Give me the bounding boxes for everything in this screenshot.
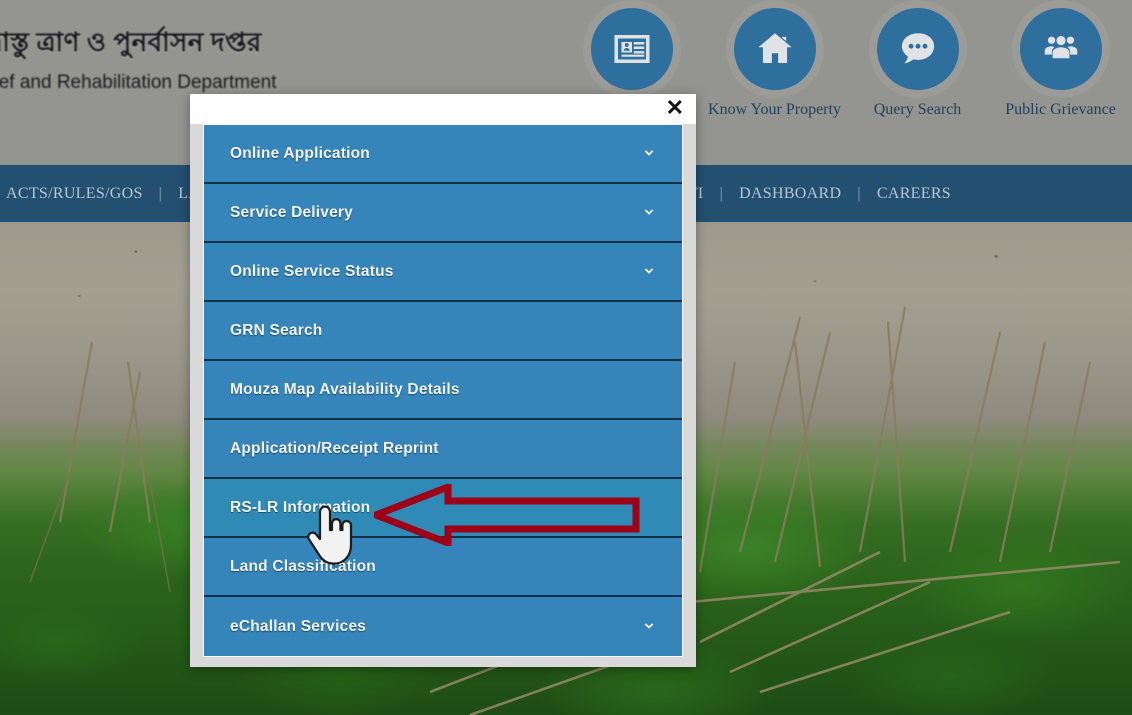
site-logo-block: উদ্বাস্তু ত্রাণ ও পুনর্বাসন দপ্তর Relief… bbox=[0, 22, 296, 94]
menu-item-label: Mouza Map Availability Details bbox=[230, 380, 460, 398]
menu-item-land-classification[interactable]: Land Classification bbox=[204, 538, 682, 597]
site-title-english: Relief and Rehabilitation Department bbox=[0, 72, 277, 93]
page-root: উদ্বাস্তু ত্রাণ ও পুনর্বাসন দপ্তর Relief… bbox=[0, 0, 1132, 715]
services-menu-list: Online Application Service Delivery Online… bbox=[203, 124, 683, 657]
header-link-know-your-property[interactable]: Know Your Property bbox=[703, 8, 846, 148]
modal-header: ✕ bbox=[190, 94, 696, 124]
header-link-public-grievance[interactable]: Public Grievance bbox=[989, 8, 1132, 148]
site-title-bengali: উদ্বাস্তু ত্রাণ ও পুনর্বাসন দপ্তর bbox=[0, 28, 262, 57]
people-group-icon bbox=[1044, 36, 1077, 59]
home-icon-circle[interactable] bbox=[733, 8, 816, 90]
home-icon bbox=[757, 33, 792, 63]
nav-item-dashboard[interactable]: DASHBOARD bbox=[737, 185, 843, 203]
services-modal-dialog: ✕ Online Application Service Delivery Onli… bbox=[190, 94, 696, 667]
menu-item-service-delivery[interactable]: Service Delivery bbox=[204, 184, 682, 243]
menu-item-grn-search[interactable]: GRN Search bbox=[204, 302, 682, 361]
chevron-down-icon bbox=[642, 206, 656, 220]
nav-separator: | bbox=[857, 184, 861, 202]
menu-item-label: eChallan Services bbox=[230, 617, 367, 635]
nav-separator: | bbox=[158, 184, 163, 202]
menu-item-label: RS-LR Information bbox=[230, 498, 371, 516]
menu-item-rs-lr-information[interactable]: RS-LR Information bbox=[204, 479, 682, 538]
chat-bubble-icon bbox=[901, 33, 934, 64]
menu-item-label: Application/Receipt Reprint bbox=[230, 439, 439, 457]
menu-item-label: Online Service Status bbox=[230, 262, 394, 280]
nav-item-careers[interactable]: CAREERS bbox=[875, 185, 953, 203]
modal-body: Online Application Service Delivery Online… bbox=[190, 124, 696, 667]
header-link-label: Know Your Property bbox=[708, 101, 841, 118]
menu-item-label: Online Application bbox=[230, 144, 370, 162]
nav-item-acts-rules-gos[interactable]: ACTS/RULES/GOS bbox=[4, 185, 145, 203]
id-card-icon-circle[interactable] bbox=[590, 8, 673, 90]
id-card-icon bbox=[614, 35, 649, 63]
header-link-label: Query Search bbox=[873, 101, 962, 118]
menu-item-mouza-map-availability-details[interactable]: Mouza Map Availability Details bbox=[204, 361, 682, 420]
chat-bubble-icon-circle[interactable] bbox=[876, 8, 959, 90]
close-icon[interactable]: ✕ bbox=[664, 97, 686, 119]
chevron-down-icon bbox=[642, 147, 656, 161]
menu-item-label: Land Classification bbox=[230, 557, 376, 575]
menu-item-application-receipt-reprint[interactable]: Application/Receipt Reprint bbox=[204, 420, 682, 479]
menu-item-echallan-services[interactable]: eChallan Services bbox=[204, 597, 682, 656]
chevron-down-icon bbox=[642, 620, 656, 634]
chevron-down-icon bbox=[642, 265, 656, 279]
menu-item-label: GRN Search bbox=[230, 321, 323, 339]
menu-item-online-application[interactable]: Online Application bbox=[204, 125, 682, 184]
people-group-icon-circle[interactable] bbox=[1019, 8, 1102, 90]
menu-item-online-service-status[interactable]: Online Service Status bbox=[204, 243, 682, 302]
header-link-query-search[interactable]: Query Search bbox=[846, 8, 989, 148]
nav-separator: | bbox=[719, 184, 724, 202]
menu-item-label: Service Delivery bbox=[230, 203, 353, 221]
header-link-label: Public Grievance bbox=[1005, 101, 1116, 118]
